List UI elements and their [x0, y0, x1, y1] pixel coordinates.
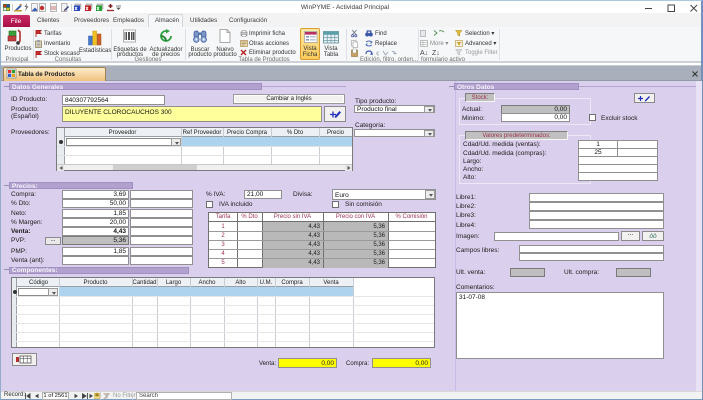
svg-text:Z↓: Z↓ — [432, 50, 440, 57]
svg-text:A↓: A↓ — [420, 50, 428, 57]
